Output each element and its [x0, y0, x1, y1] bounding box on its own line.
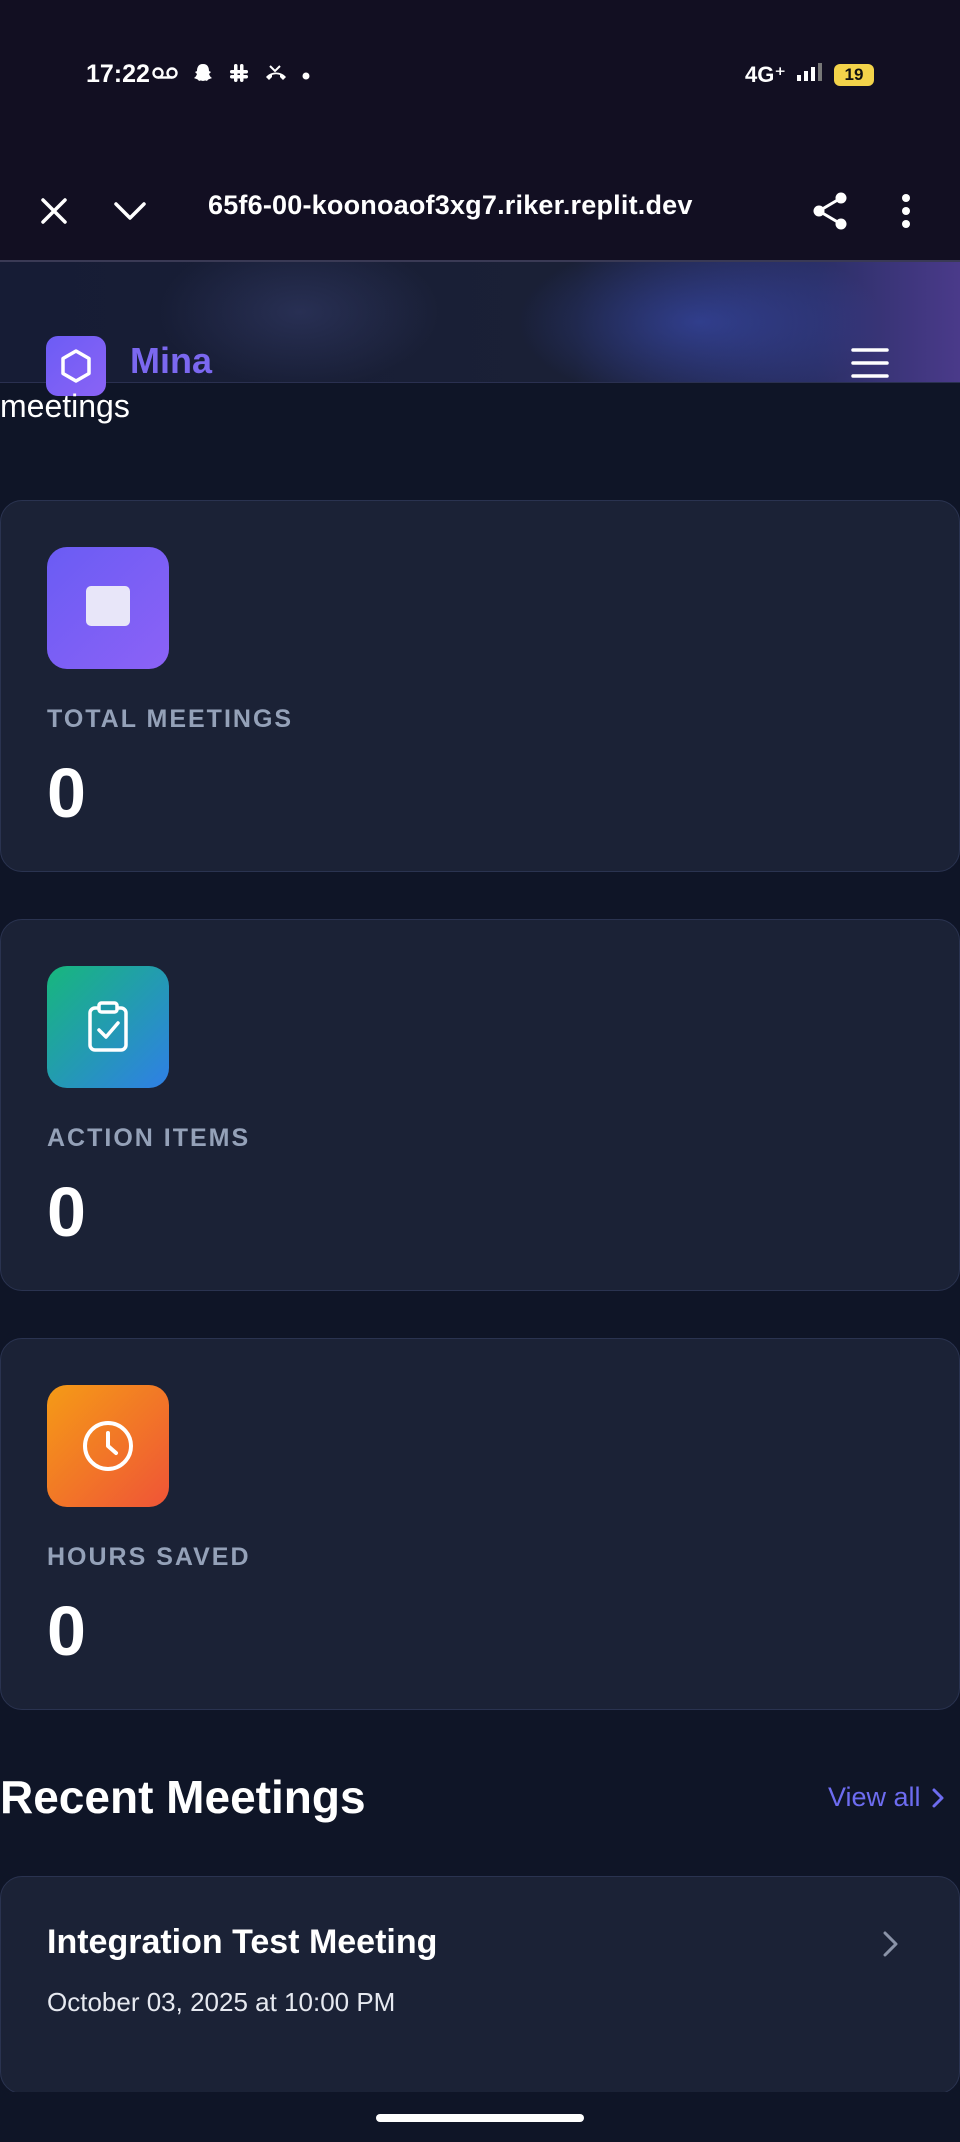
signal-icon	[796, 62, 824, 88]
share-button[interactable]	[805, 186, 855, 236]
status-right: 4G⁺ 19	[745, 62, 874, 88]
stat-value: 0	[47, 1173, 86, 1251]
dot-icon	[302, 67, 310, 85]
stat-card-action-items: ACTION ITEMS 0	[0, 919, 960, 1291]
snapchat-icon	[192, 62, 214, 89]
chevron-right-icon	[932, 1788, 944, 1807]
stat-label: TOTAL MEETINGS	[47, 705, 294, 733]
stat-card-hours-saved: HOURS SAVED 0	[0, 1338, 960, 1710]
view-all-label: View all	[828, 1782, 921, 1812]
brand-logo[interactable]	[46, 336, 106, 396]
hamburger-menu-icon	[851, 348, 889, 378]
meeting-title: Integration Test Meeting	[47, 1923, 438, 1961]
url-text[interactable]: 65f6-00-koonoaof3xg7.riker.replit.dev	[208, 190, 693, 221]
page-subtitle: meetings	[0, 388, 130, 424]
chevron-down-icon	[114, 202, 146, 220]
meeting-date: October 03, 2025 at 10:00 PM	[47, 1987, 396, 2017]
status-notification-icons	[152, 62, 310, 89]
minimize-button[interactable]	[105, 186, 155, 236]
close-icon	[41, 198, 67, 224]
hexagon-icon	[61, 349, 91, 383]
chevron-right-icon	[881, 1929, 901, 1964]
more-options-button[interactable]	[881, 186, 931, 236]
stop-square-icon	[47, 547, 169, 669]
brand-name[interactable]: Mina	[130, 340, 212, 382]
clock-icon	[47, 1385, 169, 1507]
more-vertical-icon	[902, 194, 910, 228]
status-bar: 17:22 4G⁺ 19	[0, 0, 960, 160]
missed-call-icon	[264, 63, 288, 88]
stat-value: 0	[47, 1592, 86, 1670]
status-time: 17:22	[86, 60, 150, 88]
stat-card-total-meetings: TOTAL MEETINGS 0	[0, 500, 960, 872]
clipboard-check-icon	[47, 966, 169, 1088]
recent-meetings-title: Recent Meetings	[0, 1771, 366, 1823]
share-icon	[813, 192, 847, 230]
stat-label: HOURS SAVED	[47, 1543, 251, 1571]
voicemail-icon	[152, 65, 178, 86]
stat-value: 0	[47, 754, 86, 832]
meeting-card[interactable]: Integration Test Meeting October 03, 202…	[0, 1876, 960, 2094]
browser-toolbar: 65f6-00-koonoaof3xg7.riker.replit.dev	[0, 160, 960, 262]
close-tab-button[interactable]	[29, 186, 79, 236]
network-label: 4G⁺	[745, 62, 786, 87]
battery-icon: 19	[834, 64, 874, 86]
stat-label: ACTION ITEMS	[47, 1124, 251, 1152]
menu-button[interactable]	[850, 346, 900, 386]
view-all-link[interactable]: View all	[828, 1782, 945, 1813]
slack-icon	[228, 62, 250, 89]
home-indicator[interactable]	[376, 2114, 584, 2122]
